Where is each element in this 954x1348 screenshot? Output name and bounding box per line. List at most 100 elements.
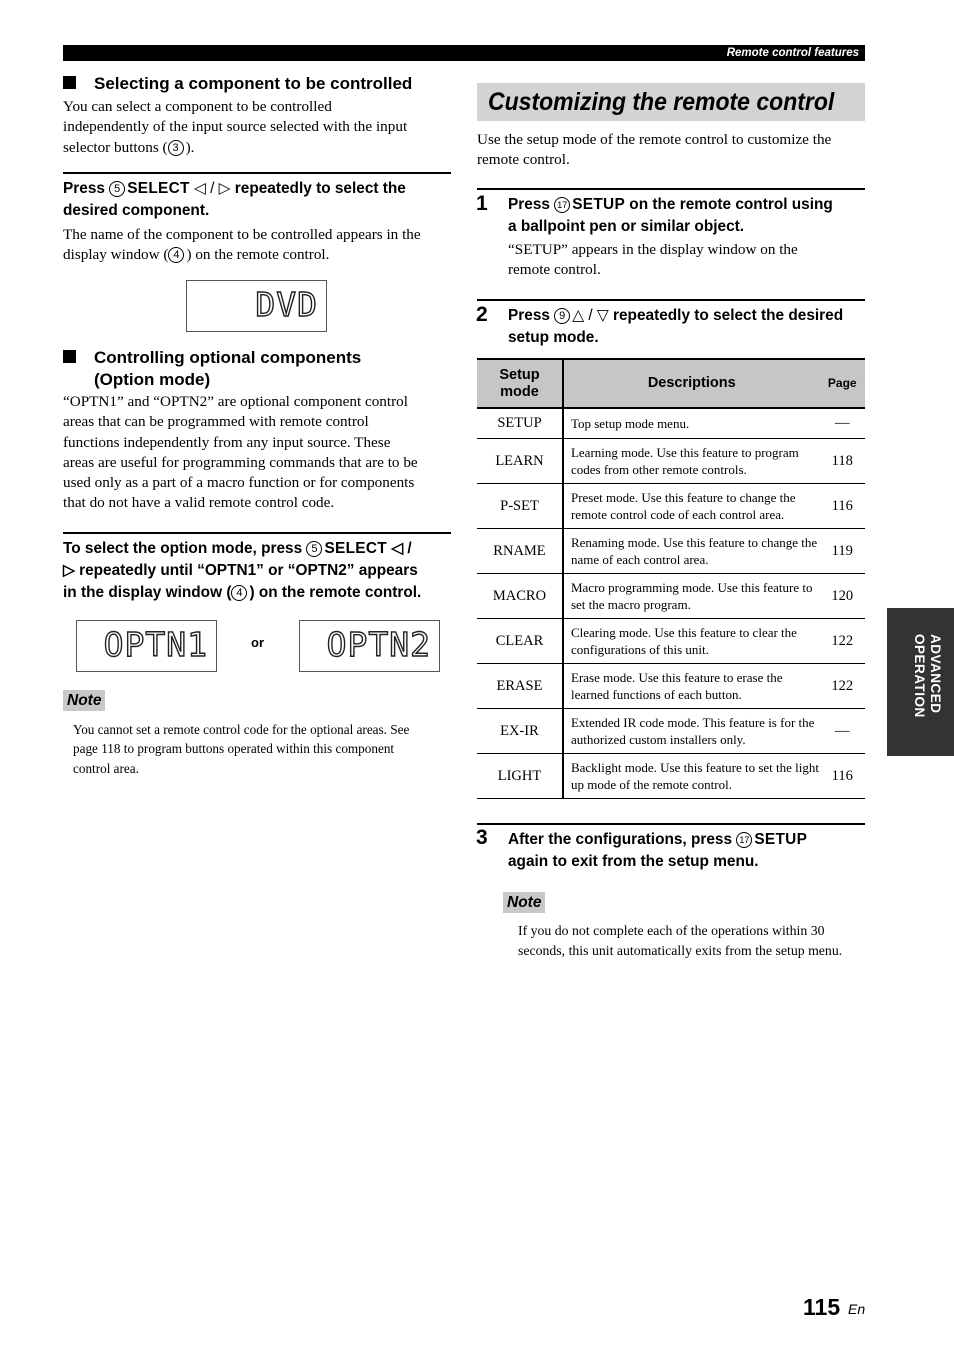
cell-setup-mode: P-SET bbox=[477, 483, 564, 529]
heading-text: Selecting a component to be controlled bbox=[94, 74, 413, 93]
step1-body: “SETUP” appears in the display window on… bbox=[508, 240, 868, 281]
cell-setup-mode: LEARN bbox=[477, 438, 564, 484]
heading-text: (Option mode) bbox=[94, 370, 211, 389]
text: To select the option mode, press bbox=[63, 540, 307, 557]
text: ADVANCED bbox=[928, 634, 943, 714]
circled-number-icon: 5 bbox=[306, 541, 323, 557]
step-line: After the configurations, press 17 SETUP bbox=[508, 829, 868, 851]
setup-key-label: SETUP bbox=[572, 196, 626, 213]
step-line: Press 17 SETUP on the remote control usin… bbox=[508, 194, 868, 216]
step-line: desired component. bbox=[63, 202, 210, 219]
or-label: or bbox=[251, 635, 264, 650]
column-header-page: Page bbox=[819, 358, 865, 409]
note-line: page 118 to program buttons operated wit… bbox=[73, 741, 395, 757]
table-row: ERASE Erase mode. Use this feature to era… bbox=[477, 663, 865, 709]
setup-mode-table: Setup mode Descriptions Page SETUP Top set… bbox=[477, 358, 865, 799]
text: on the remote control using bbox=[625, 196, 833, 213]
step-number: 2 bbox=[476, 303, 488, 326]
step-line: Press 5 SELECT ◁ / ▷ repeatedly to select… bbox=[63, 178, 458, 200]
body-line: “SETUP” appears in the display window on… bbox=[508, 241, 798, 258]
circled-number-icon: 3 bbox=[167, 139, 184, 156]
table-row: LEARN Learning mode. Use this feature to … bbox=[477, 438, 865, 484]
note-text-left: You cannot set a remote control code for… bbox=[73, 720, 463, 778]
body-line: that do not have a valid remote control … bbox=[63, 494, 335, 512]
body-line: areas are useful for programming command… bbox=[63, 453, 418, 471]
text: ) on the remote control. bbox=[186, 246, 330, 264]
circled-number-icon: 4 bbox=[168, 247, 185, 264]
table-header-row: Setup mode Descriptions Page bbox=[477, 358, 865, 409]
cell-setup-mode: CLEAR bbox=[477, 618, 564, 664]
intro-text: Use the setup mode of the remote control… bbox=[477, 130, 869, 171]
text: ◁ / bbox=[386, 540, 412, 557]
section1-step-body: The name of the component to be controll… bbox=[63, 225, 463, 266]
body-line: areas that can be programmed with remote… bbox=[63, 413, 369, 431]
body-line: selector buttons (3). bbox=[63, 138, 463, 158]
table-row: CLEAR Clearing mode. Use this feature to … bbox=[477, 618, 865, 664]
cell-description: Preset mode. Use this feature to change … bbox=[562, 483, 820, 529]
text: ) on the remote control. bbox=[249, 584, 422, 601]
circled-number-icon: 17 bbox=[554, 197, 571, 213]
display-window-optn1: OPTN1 bbox=[76, 620, 217, 672]
text: repeatedly to select the bbox=[234, 180, 406, 197]
setup-key-label: SETUP bbox=[754, 831, 808, 848]
select-key-label: SELECT bbox=[127, 180, 190, 197]
display-text: DVD bbox=[255, 284, 318, 324]
divider bbox=[477, 823, 865, 825]
step3-instruction: After the configurations, press 17 SETUP … bbox=[508, 829, 868, 873]
note-line: control area. bbox=[73, 760, 139, 776]
body-line: remote control. bbox=[508, 261, 601, 279]
page-number: 115 bbox=[803, 1294, 841, 1320]
step-line: To select the option mode, press 5 SELECT… bbox=[63, 538, 458, 560]
text: Press bbox=[63, 180, 110, 197]
cell-page: 122 bbox=[819, 663, 865, 709]
cell-setup-mode: ERASE bbox=[477, 663, 564, 709]
body-line: “OPTN1” and “OPTN2” are optional compone… bbox=[63, 393, 408, 410]
bullet-square-icon bbox=[63, 76, 76, 89]
cell-page: — bbox=[819, 408, 865, 439]
table-row: RNAME Renaming mode. Use this feature to … bbox=[477, 528, 865, 574]
table-row: MACRO Macro programming mode. Use this fe… bbox=[477, 573, 865, 619]
cell-setup-mode: LIGHT bbox=[477, 753, 564, 799]
step2-instruction: Press 9 △ / ▽ repeatedly to select the de… bbox=[508, 305, 868, 349]
cell-description: Backlight mode. Use this feature to set … bbox=[562, 753, 820, 799]
bullet-square-icon bbox=[63, 350, 76, 363]
cell-description: Top setup mode menu. bbox=[562, 408, 820, 439]
divider bbox=[477, 299, 865, 301]
section1-body: You can select a component to be control… bbox=[63, 97, 463, 158]
display-window-optn2: OPTN2 bbox=[299, 620, 440, 672]
table-row: LIGHT Backlight mode. Use this feature to… bbox=[477, 753, 865, 799]
note-line: You cannot set a remote control code for… bbox=[73, 722, 410, 737]
display-text: OPTN2 bbox=[326, 624, 431, 664]
body-line: You can select a component to be control… bbox=[63, 98, 332, 115]
cell-page: 118 bbox=[819, 438, 865, 484]
cell-page: 119 bbox=[819, 528, 865, 574]
divider bbox=[477, 188, 865, 190]
step-line: again to exit from the setup menu. bbox=[508, 853, 759, 870]
cell-page: 116 bbox=[819, 753, 865, 799]
text: Press bbox=[508, 307, 555, 324]
step-line: setup mode. bbox=[508, 329, 599, 346]
text: ). bbox=[185, 138, 195, 156]
side-tab-label: ADVANCED OPERATION bbox=[897, 634, 943, 718]
note-line: If you do not complete each of the opera… bbox=[518, 923, 825, 938]
cell-description: Clearing mode. Use this feature to clear… bbox=[562, 618, 820, 664]
section2-step: To select the option mode, press 5 SELECT… bbox=[63, 538, 458, 604]
step-line: in the display window (4) on the remote … bbox=[63, 582, 458, 604]
cell-description: Renaming mode. Use this feature to chang… bbox=[562, 528, 820, 574]
body-line: independently of the input source select… bbox=[63, 118, 408, 136]
up-down-arrows-icon: △ / ▽ bbox=[572, 307, 609, 324]
circled-number-icon: 4 bbox=[231, 585, 248, 601]
step1-instruction: Press 17 SETUP on the remote control usin… bbox=[508, 194, 868, 238]
step-number: 1 bbox=[476, 192, 488, 215]
cell-page: 116 bbox=[819, 483, 865, 529]
side-tab-advanced-operation: ADVANCED OPERATION bbox=[887, 608, 954, 756]
text: OPERATION bbox=[912, 634, 927, 718]
body-line: remote control. bbox=[477, 151, 570, 169]
section-heading-option-mode: Controlling optional components (Option … bbox=[63, 347, 463, 391]
step-line: a ballpoint pen or similar object. bbox=[508, 218, 745, 235]
cell-description: Erase mode. Use this feature to erase th… bbox=[562, 663, 820, 709]
display-text: OPTN1 bbox=[103, 624, 208, 664]
body-line: The name of the component to be controll… bbox=[63, 226, 421, 243]
heading-text: Controlling optional components bbox=[94, 348, 362, 367]
divider bbox=[63, 532, 451, 534]
